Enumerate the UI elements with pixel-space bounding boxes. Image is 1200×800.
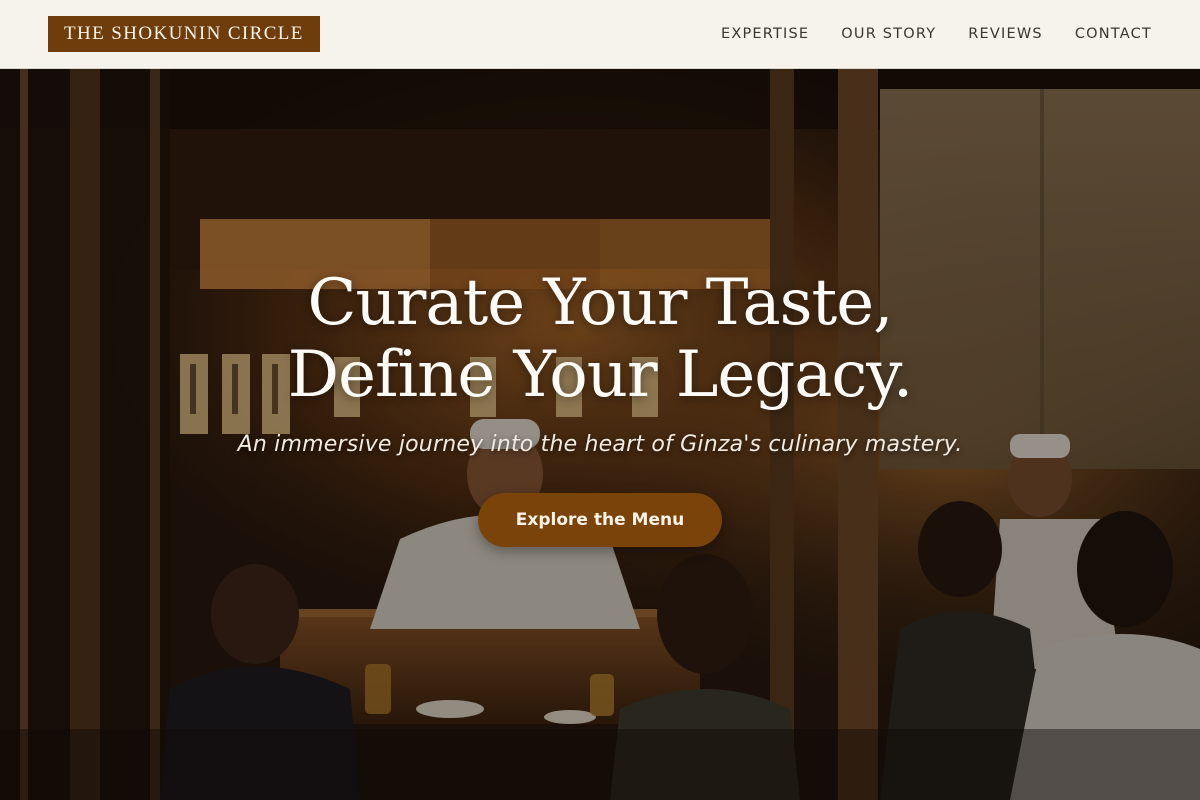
hero-subheadline: An immersive journey into the heart of G… [237, 432, 963, 457]
nav-link-contact[interactable]: CONTACT [1075, 26, 1152, 42]
nav-link-expertise[interactable]: EXPERTISE [721, 26, 809, 42]
main-nav: EXPERTISE OUR STORY REVIEWS CONTACT [721, 0, 1152, 68]
hero-headline: Curate Your Taste, Define Your Legacy. [100, 267, 1100, 411]
hero-section: Curate Your Taste, Define Your Legacy. A… [0, 69, 1200, 800]
hero-headline-line-2: Define Your Legacy. [287, 338, 914, 412]
nav-link-reviews[interactable]: REVIEWS [968, 26, 1043, 42]
hero-content: Curate Your Taste, Define Your Legacy. A… [0, 69, 1200, 800]
nav-link-our-story[interactable]: OUR STORY [841, 26, 936, 42]
hero-headline-line-1: Curate Your Taste, [307, 266, 894, 340]
site-header: THE SHOKUNIN CIRCLE EXPERTISE OUR STORY … [0, 0, 1200, 69]
explore-menu-button[interactable]: Explore the Menu [478, 493, 722, 547]
brand-logo[interactable]: THE SHOKUNIN CIRCLE [48, 16, 320, 52]
